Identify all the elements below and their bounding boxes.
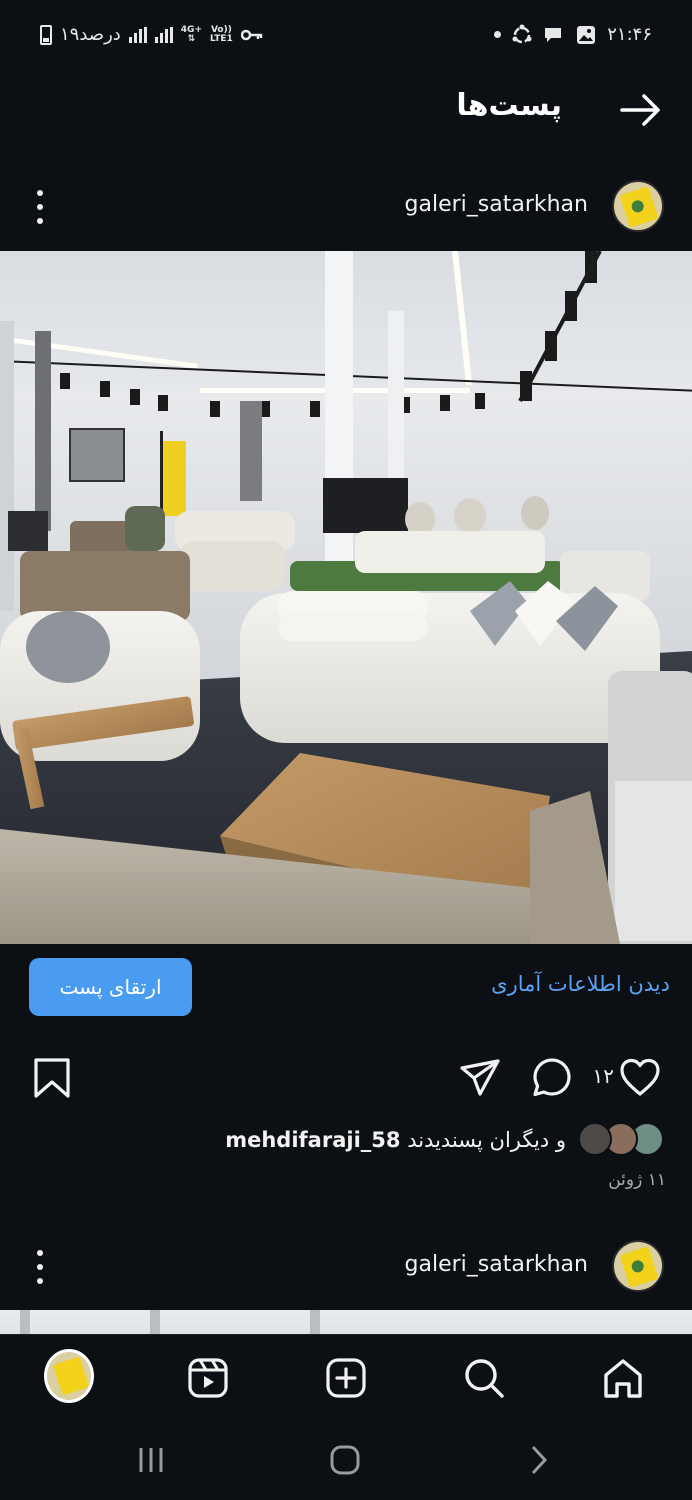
battery-text: ۱۹درصد [60,24,121,45]
post-header-2: galeri_satarkhan [0,1236,692,1296]
bottom-nav [0,1334,692,1424]
battery-icon [40,24,52,45]
post-date: ۱۱ ژوئن [608,1170,666,1190]
profile-avatar [44,1349,94,1403]
back-button[interactable] [618,90,664,130]
reels-icon [188,1358,228,1398]
bookmark-icon [34,1058,70,1098]
top-header: پست‌ها [0,78,692,142]
signal-icon [128,26,147,43]
post-image-2[interactable] [0,1310,692,1336]
likes-summary[interactable]: و دیگران پسندیدند mehdifaraji_58 [225,1120,664,1160]
network-4g-label: 4G+ [180,24,202,35]
sync-icon [511,24,533,44]
status-bar-right: ۲۱:۴۶ [494,24,652,45]
post-image[interactable] [0,251,692,944]
recent-apps-icon [139,1448,163,1472]
arrow-right-icon [620,94,660,126]
likes-username[interactable]: mehdifaraji_58 [225,1128,400,1152]
status-bar: ۱۹درصد 4G+ ⇅ Vo)) LTE1 ۲۱:۴۶ [0,0,692,72]
volte-indicator: Vo)) LTE1 [210,25,233,44]
liker-avatar-3 [578,1122,612,1156]
like-count[interactable]: ۱۲ [593,1064,614,1088]
avatar-image [619,186,659,228]
like-button[interactable] [618,1056,662,1100]
home-circle-icon [330,1445,360,1475]
send-icon [460,1059,500,1096]
search-icon [465,1359,504,1398]
post-username[interactable]: galeri_satarkhan [405,192,588,217]
nav-home[interactable] [598,1353,648,1403]
back-system-button[interactable] [519,1440,559,1480]
notification-dot-icon [494,31,502,38]
recent-apps-button[interactable] [131,1440,171,1480]
more-options-button[interactable] [32,1250,48,1284]
home-icon [604,1359,642,1398]
save-button[interactable] [30,1056,74,1100]
avatar[interactable] [612,180,664,232]
more-options-button[interactable] [32,190,48,224]
heart-icon [620,1058,660,1096]
nav-create[interactable] [321,1353,371,1403]
likes-text: و دیگران پسندیدند mehdifaraji_58 [225,1128,566,1152]
nav-search[interactable] [459,1353,509,1403]
gallery-icon [575,25,597,44]
more-vertical-icon [37,1250,43,1256]
nav-profile[interactable] [44,1349,94,1403]
more-vertical-icon [37,190,43,196]
likes-prefix: و دیگران پسندیدند [407,1128,566,1152]
chevron-right-icon [531,1445,548,1475]
post-header: galeri_satarkhan [0,176,692,236]
comment-icon [533,1058,571,1097]
showroom-photo [0,251,692,944]
volte-bottom: LTE1 [210,33,233,44]
promote-post-button[interactable]: ارتقای پست [29,958,192,1016]
message-icon [543,26,565,44]
post-username[interactable]: galeri_satarkhan [405,1252,588,1277]
clock-time: ۲۱:۴۶ [607,24,652,45]
network-4g: 4G+ ⇅ [180,24,202,44]
share-button[interactable] [458,1056,502,1100]
liker-avatars [574,1122,664,1158]
view-insights-link[interactable]: دیدن اطلاعات آماری [491,972,670,996]
home-system-button[interactable] [325,1440,365,1480]
plus-square-icon [326,1358,366,1398]
post-actions: ۱۲ [0,1050,692,1106]
signal-icon-2 [154,26,173,43]
avatar-image [619,1246,659,1288]
avatar[interactable] [612,1240,664,1292]
status-bar-left: ۱۹درصد 4G+ ⇅ Vo)) LTE1 [40,24,263,45]
nav-reels[interactable] [183,1353,233,1403]
page-title: پست‌ها [456,88,562,123]
system-nav-bar [0,1424,692,1500]
comment-button[interactable] [530,1056,574,1100]
key-icon [240,26,263,44]
